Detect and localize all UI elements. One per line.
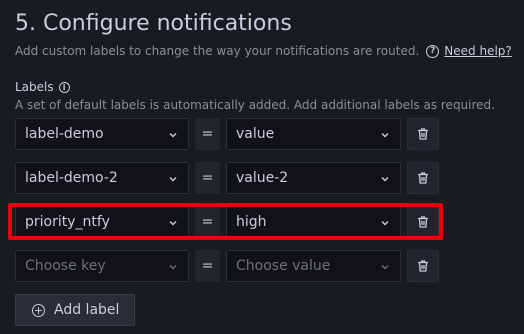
label-key-select[interactable]: Choose key bbox=[15, 250, 189, 282]
chevron-down-icon bbox=[381, 133, 389, 138]
add-label-text: Add label bbox=[54, 302, 120, 318]
trash-icon bbox=[418, 128, 428, 140]
label-key-placeholder: Choose key bbox=[25, 258, 106, 274]
label-key-select[interactable]: priority_ntfy bbox=[15, 206, 189, 238]
add-label-button[interactable]: + Add label bbox=[15, 294, 135, 326]
plus-circle-icon: + bbox=[32, 303, 45, 317]
label-value-select[interactable]: high bbox=[226, 206, 401, 238]
label-row-highlighted: priority_ntfy = high bbox=[15, 206, 440, 238]
trash-icon bbox=[418, 260, 428, 272]
question-circle-icon: ? bbox=[426, 44, 440, 58]
label-key-value: label-demo-2 bbox=[25, 170, 118, 186]
label-value-select[interactable]: Choose value bbox=[226, 250, 401, 282]
label-value-select[interactable]: value bbox=[226, 118, 401, 150]
delete-label-button[interactable] bbox=[407, 162, 439, 194]
labels-description: A set of default labels is automatically… bbox=[15, 98, 495, 112]
delete-label-button[interactable] bbox=[407, 250, 439, 282]
equals-operator: = bbox=[195, 118, 220, 150]
labels-title: Labels bbox=[15, 80, 54, 94]
label-value-select[interactable]: value-2 bbox=[226, 162, 401, 194]
label-key-select[interactable]: label-demo-2 bbox=[15, 162, 189, 194]
delete-label-button[interactable] bbox=[407, 206, 439, 238]
label-key-value: label-demo bbox=[25, 126, 104, 142]
label-row: Choose key = Choose value bbox=[15, 250, 440, 282]
equals-operator: = bbox=[195, 162, 220, 194]
trash-icon bbox=[418, 172, 428, 184]
label-value-value: value-2 bbox=[236, 170, 289, 186]
label-row: label-demo = value bbox=[15, 118, 440, 150]
chevron-down-icon bbox=[169, 265, 177, 270]
delete-label-button[interactable] bbox=[407, 118, 439, 150]
chevron-down-icon bbox=[381, 177, 389, 182]
label-value-value: value bbox=[236, 126, 275, 142]
section-description: Add custom labels to change the way your… bbox=[15, 44, 420, 58]
chevron-down-icon bbox=[169, 133, 177, 138]
chevron-down-icon bbox=[169, 221, 177, 226]
need-help-link[interactable]: Need help? bbox=[444, 44, 511, 58]
label-key-value: priority_ntfy bbox=[25, 214, 110, 230]
equals-operator: = bbox=[195, 206, 220, 238]
label-value-value: high bbox=[236, 214, 267, 230]
help-link-wrapper[interactable]: ? Need help? bbox=[426, 44, 512, 58]
chevron-down-icon bbox=[169, 177, 177, 182]
info-circle-icon[interactable]: i bbox=[58, 81, 70, 93]
chevron-down-icon bbox=[381, 221, 389, 226]
label-key-select[interactable]: label-demo bbox=[15, 118, 189, 150]
chevron-down-icon bbox=[381, 265, 389, 270]
equals-operator: = bbox=[195, 250, 220, 282]
trash-icon bbox=[418, 216, 428, 228]
section-title: 5. Configure notifications bbox=[15, 11, 292, 36]
section-description-line: Add custom labels to change the way your… bbox=[15, 44, 512, 58]
label-row: label-demo-2 = value-2 bbox=[15, 162, 440, 194]
label-value-placeholder: Choose value bbox=[236, 258, 331, 274]
labels-heading: Labels i bbox=[15, 80, 70, 94]
